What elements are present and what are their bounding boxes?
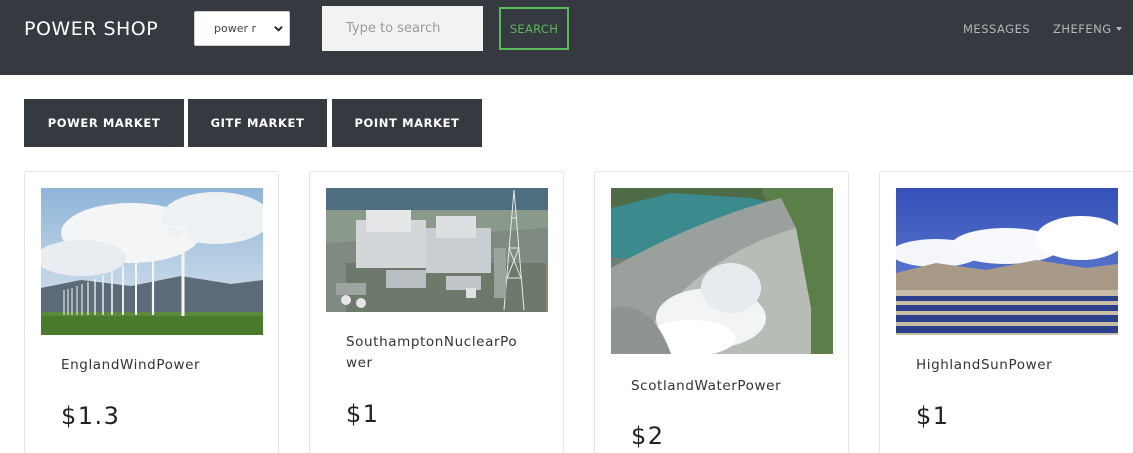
product-card-southampton-nuclear[interactable]: SouthamptonNuclearPower $1 xyxy=(309,171,564,453)
power-market-button[interactable]: POWER MARKET xyxy=(24,99,184,147)
product-name[interactable]: EnglandWindPower xyxy=(61,355,241,376)
chevron-down-icon xyxy=(274,26,283,32)
hydro-dam-image[interactable] xyxy=(611,188,833,354)
product-card-highland-sun[interactable]: HighlandSunPower $1 xyxy=(879,171,1133,453)
product-card-england-wind[interactable]: EnglandWindPower $1.3 xyxy=(24,171,279,453)
gift-market-button[interactable]: GITF MARKET xyxy=(188,99,327,147)
caret-down-icon xyxy=(1115,27,1122,31)
point-market-button[interactable]: POINT MARKET xyxy=(332,99,482,147)
product-name[interactable]: ScotlandWaterPower xyxy=(631,376,811,397)
product-price: $1 xyxy=(916,402,950,430)
category-select[interactable]: power r xyxy=(194,11,290,46)
product-name[interactable]: HighlandSunPower xyxy=(916,355,1096,376)
nuclear-plant-image[interactable] xyxy=(326,188,548,312)
user-menu[interactable]: ZHEFENG xyxy=(1053,20,1122,38)
messages-link[interactable]: MESSAGES xyxy=(963,20,1030,38)
navbar: POWER SHOP power r SEARCH MESSAGES ZHEFE… xyxy=(0,0,1133,75)
search-input[interactable] xyxy=(322,6,483,51)
product-card-scotland-water[interactable]: ScotlandWaterPower $2 xyxy=(594,171,849,453)
search-button[interactable]: SEARCH xyxy=(499,7,569,50)
user-name: ZHEFENG xyxy=(1053,22,1112,36)
product-name[interactable]: SouthamptonNuclearPower xyxy=(346,332,526,374)
wind-turbines-image[interactable] xyxy=(41,188,263,335)
solar-farm-image[interactable] xyxy=(896,188,1118,335)
category-select-value: power r xyxy=(214,22,257,35)
brand-logo[interactable]: POWER SHOP xyxy=(24,16,158,42)
product-price: $1 xyxy=(346,400,380,428)
product-price: $2 xyxy=(631,422,665,450)
product-price: $1.3 xyxy=(61,402,121,430)
